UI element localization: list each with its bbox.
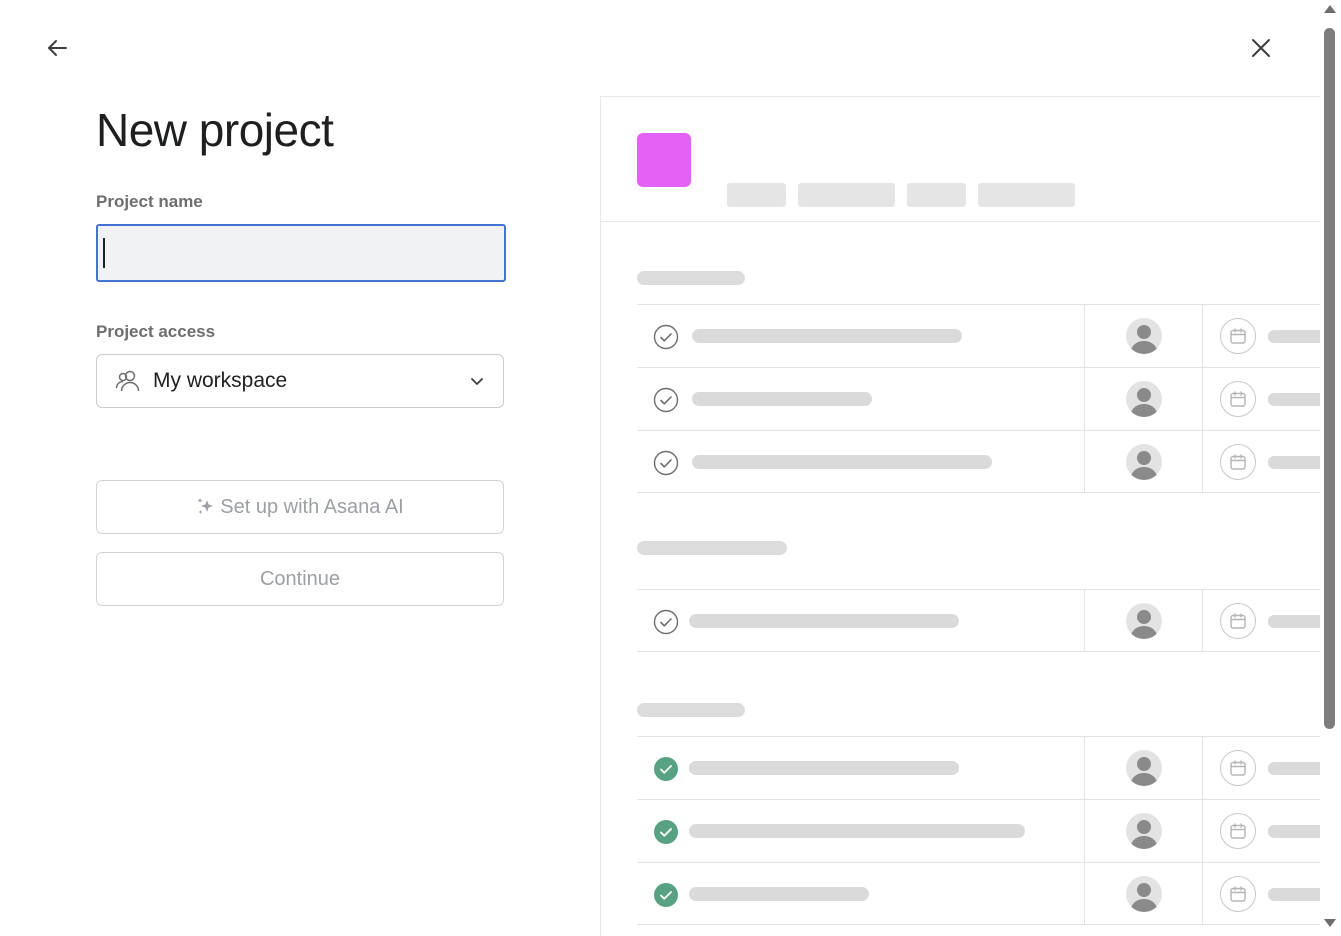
chevron-down-icon bbox=[471, 378, 483, 385]
task-name-placeholder bbox=[692, 392, 872, 406]
task-row-placeholder bbox=[637, 862, 1320, 925]
task-row-placeholder bbox=[637, 430, 1320, 493]
task-row-placeholder bbox=[637, 367, 1320, 430]
task-row-placeholder bbox=[637, 304, 1320, 367]
avatar-icon bbox=[1126, 876, 1162, 912]
task-name-placeholder bbox=[692, 455, 992, 469]
due-date-placeholder bbox=[1268, 825, 1320, 838]
new-project-form: New project Project name Project access … bbox=[96, 100, 506, 624]
column-divider bbox=[1202, 737, 1203, 799]
check-circle-icon bbox=[653, 609, 679, 635]
scroll-down-arrow-icon[interactable] bbox=[1323, 918, 1337, 928]
column-divider bbox=[1202, 863, 1203, 924]
section-placeholder bbox=[637, 703, 745, 717]
completed-check-icon bbox=[653, 882, 679, 908]
scrollbar[interactable] bbox=[1320, 0, 1341, 936]
tab-placeholder bbox=[727, 183, 786, 207]
text-caret bbox=[103, 238, 105, 268]
calendar-icon bbox=[1220, 318, 1256, 354]
completed-check-icon bbox=[653, 819, 679, 845]
avatar-icon bbox=[1126, 603, 1162, 639]
check-circle-icon bbox=[653, 387, 679, 413]
page-title: New project bbox=[96, 104, 334, 156]
project-preview bbox=[600, 96, 1320, 936]
due-date-placeholder bbox=[1268, 762, 1320, 775]
header-divider bbox=[601, 221, 1320, 222]
column-divider bbox=[1202, 305, 1203, 367]
column-divider bbox=[1084, 368, 1085, 430]
scrollbar-thumb[interactable] bbox=[1324, 28, 1335, 729]
due-date-placeholder bbox=[1268, 456, 1320, 469]
project-access-value: My workspace bbox=[153, 369, 288, 392]
close-icon bbox=[1252, 39, 1270, 57]
task-name-placeholder bbox=[692, 329, 962, 343]
sparkle-icon bbox=[196, 497, 214, 517]
section-placeholder bbox=[637, 541, 787, 555]
calendar-icon bbox=[1220, 750, 1256, 786]
column-divider bbox=[1084, 737, 1085, 799]
column-divider bbox=[1084, 800, 1085, 862]
column-divider bbox=[1084, 305, 1085, 367]
calendar-icon bbox=[1220, 603, 1256, 639]
task-name-placeholder bbox=[689, 887, 869, 901]
due-date-placeholder bbox=[1268, 888, 1320, 901]
task-row-placeholder bbox=[637, 589, 1320, 652]
project-access-label: Project access bbox=[96, 322, 216, 341]
column-divider bbox=[1084, 863, 1085, 924]
section-placeholder bbox=[637, 271, 745, 285]
back-button[interactable] bbox=[41, 32, 73, 64]
setup-with-ai-button[interactable]: Set up with Asana AI bbox=[96, 480, 504, 534]
calendar-icon bbox=[1220, 444, 1256, 480]
task-name-placeholder bbox=[689, 761, 959, 775]
close-button[interactable] bbox=[1245, 32, 1277, 64]
check-circle-icon bbox=[653, 450, 679, 476]
avatar-icon bbox=[1126, 318, 1162, 354]
avatar-icon bbox=[1126, 444, 1162, 480]
due-date-placeholder bbox=[1268, 330, 1320, 343]
task-row-placeholder bbox=[637, 736, 1320, 799]
task-row-placeholder bbox=[637, 799, 1320, 862]
due-date-placeholder bbox=[1268, 393, 1320, 406]
scroll-up-arrow-icon[interactable] bbox=[1323, 4, 1337, 14]
task-name-placeholder bbox=[689, 824, 1025, 838]
project-access-select[interactable]: My workspace bbox=[96, 354, 504, 408]
check-circle-icon bbox=[653, 324, 679, 350]
tab-placeholder bbox=[978, 183, 1075, 207]
task-name-placeholder bbox=[689, 614, 959, 628]
due-date-placeholder bbox=[1268, 615, 1320, 628]
project-name-field-wrap bbox=[96, 224, 506, 322]
column-divider bbox=[1202, 590, 1203, 651]
arrow-left-icon bbox=[48, 40, 67, 56]
calendar-icon bbox=[1220, 381, 1256, 417]
column-divider bbox=[1084, 590, 1085, 651]
team-icon bbox=[115, 370, 140, 392]
continue-button[interactable]: Continue bbox=[96, 552, 504, 606]
project-name-label: Project name bbox=[96, 192, 203, 211]
column-divider bbox=[1202, 431, 1203, 492]
project-color-swatch bbox=[637, 133, 691, 187]
column-divider bbox=[1084, 431, 1085, 492]
tab-placeholder bbox=[907, 183, 966, 207]
avatar-icon bbox=[1126, 813, 1162, 849]
project-name-input[interactable] bbox=[96, 224, 506, 282]
column-divider bbox=[1202, 800, 1203, 862]
avatar-icon bbox=[1126, 750, 1162, 786]
calendar-icon bbox=[1220, 813, 1256, 849]
column-divider bbox=[1202, 368, 1203, 430]
tab-placeholder bbox=[798, 183, 895, 207]
calendar-icon bbox=[1220, 876, 1256, 912]
setup-with-ai-label: Set up with Asana AI bbox=[220, 495, 404, 518]
avatar-icon bbox=[1126, 381, 1162, 417]
completed-check-icon bbox=[653, 756, 679, 782]
